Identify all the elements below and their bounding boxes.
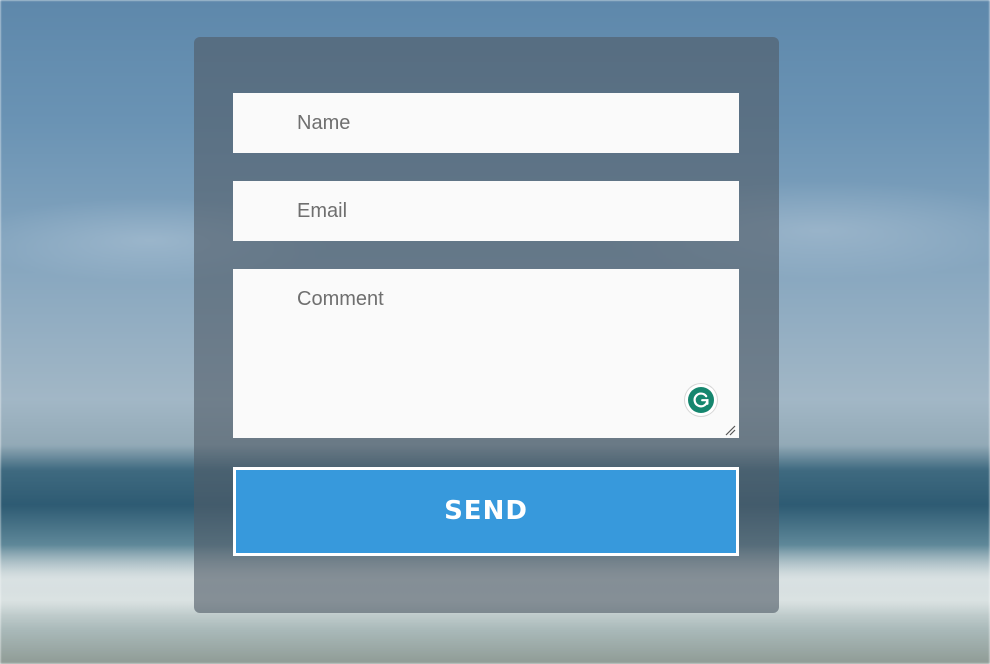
grammarly-g-glyph	[693, 392, 709, 408]
email-placeholder: Email	[297, 200, 348, 222]
grammarly-icon[interactable]	[685, 384, 717, 416]
comment-textarea[interactable]: Comment	[233, 269, 739, 438]
resize-handle-icon[interactable]	[724, 423, 736, 436]
email-input[interactable]: Email	[233, 181, 739, 241]
send-button[interactable]: SEND	[233, 467, 739, 556]
name-input[interactable]: Name	[233, 93, 739, 153]
comment-placeholder: Comment	[297, 288, 384, 310]
name-placeholder: Name	[297, 112, 351, 134]
